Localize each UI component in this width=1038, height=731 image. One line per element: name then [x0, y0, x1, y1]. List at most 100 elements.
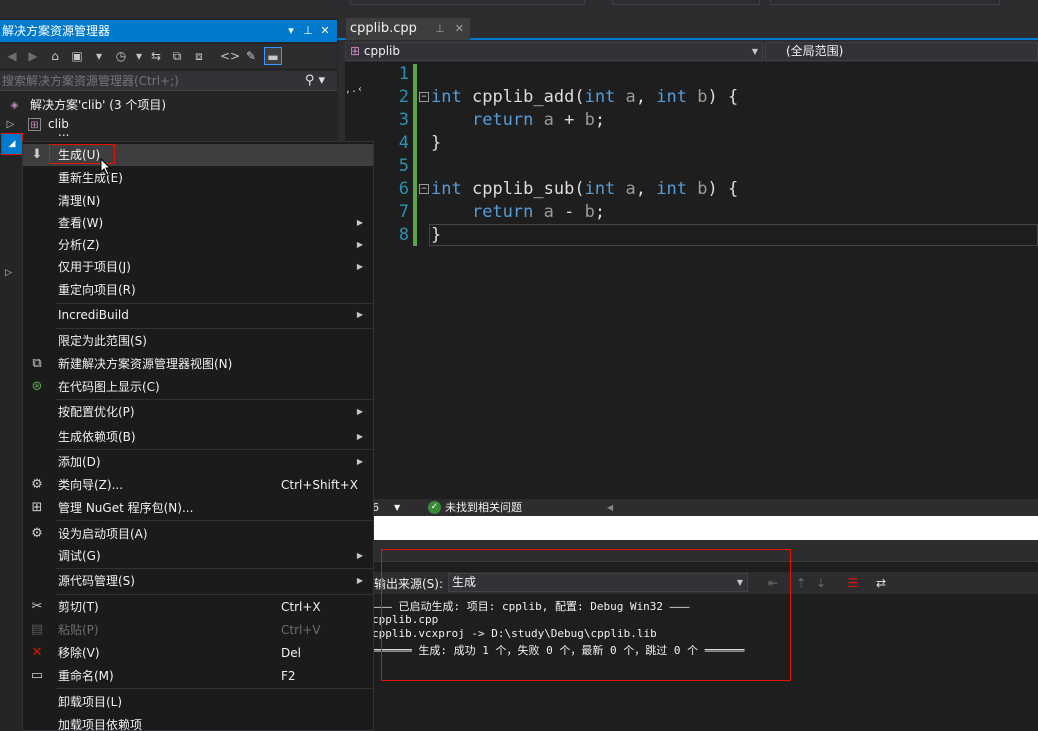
menu-item-incredibuild[interactable]: IncrediBuild ▶: [23, 304, 373, 326]
menu-item-retarget[interactable]: 重定向项目(R): [23, 279, 373, 301]
solution-label: 解决方案'clib' (3 个项目): [30, 98, 167, 112]
chevron-down-icon[interactable]: ▼: [394, 499, 400, 516]
scope-selector[interactable]: (全局范围): [765, 42, 1038, 61]
menu-item-rename[interactable]: ▭ 重命名(M) F2: [23, 665, 373, 687]
menu-item-label: 查看(W): [58, 216, 104, 230]
remove-x-icon: ✕: [31, 645, 43, 660]
code-line: }: [431, 225, 442, 245]
collapse-icon[interactable]: −: [419, 92, 429, 102]
show-all-files-icon[interactable]: ⧈: [190, 47, 208, 65]
properties-icon[interactable]: ✎: [242, 47, 260, 65]
tab-label: cpplib.cpp: [350, 21, 417, 36]
word-wrap-icon[interactable]: ⇄: [872, 574, 890, 592]
project-context-menu: ⬇ 生成(U) 重新生成(E) 清理(N) 查看(W) ▶ 分析(Z) ▶ 仅用…: [22, 141, 374, 731]
menu-item-profile-guided-optimization[interactable]: 按配置优化(P) ▶: [23, 401, 373, 423]
find-prev-icon[interactable]: ⇡: [792, 574, 810, 592]
sync-icon[interactable]: ⇆: [147, 47, 165, 65]
menu-item-label: 添加(D): [58, 455, 101, 469]
submenu-arrow-icon: ▶: [356, 576, 363, 585]
menu-item-project-only[interactable]: 仅用于项目(J) ▶: [23, 256, 373, 278]
pin-icon[interactable]: ⊥: [435, 22, 445, 35]
code-editor[interactable]: ,.‹ 1 2 3 4 5 6 7 8 − − int cpplib_add(i…: [345, 62, 1038, 499]
solution-explorer-search[interactable]: ⚲ ▾: [0, 71, 337, 91]
expand-arrow-icon[interactable]: ▷: [4, 118, 17, 131]
menu-item-label: 重命名(M): [58, 669, 114, 683]
menu-separator: [56, 688, 373, 689]
search-icon[interactable]: ⚲ ▾: [305, 73, 325, 88]
collapse-arrow-icon[interactable]: ◢: [1, 133, 23, 155]
line-number: 1: [398, 64, 409, 84]
search-input[interactable]: [0, 71, 300, 91]
menu-item-label: 仅用于项目(J): [58, 260, 131, 274]
switch-views-icon[interactable]: ▣: [68, 47, 86, 65]
menu-item-show-on-code-map[interactable]: ⊛ 在代码图上显示(C): [23, 376, 373, 398]
tab-cpplib-cpp[interactable]: cpplib.cpp ⊥ ✕: [346, 18, 471, 40]
menu-item-rebuild[interactable]: 重新生成(E): [23, 167, 373, 189]
project-selector[interactable]: ⊞ cpplib ▼: [345, 42, 763, 61]
menu-item-paste[interactable]: ▤ 粘贴(P) Ctrl+V: [23, 619, 373, 641]
menu-item-view[interactable]: 查看(W) ▶: [23, 212, 373, 234]
menu-item-shortcut: F2: [281, 669, 296, 683]
menu-item-analyze[interactable]: 分析(Z) ▶: [23, 234, 373, 256]
menu-item-add[interactable]: 添加(D) ▶: [23, 451, 373, 473]
menu-item-debug[interactable]: 调试(G) ▶: [23, 545, 373, 567]
clear-all-icon[interactable]: ☰: [844, 574, 862, 592]
menu-item-manage-nuget[interactable]: ⊞ 管理 NuGet 程序包(N)...: [23, 497, 373, 519]
scope-selector-value: (全局范围): [786, 44, 844, 58]
change-tracking-bar: [413, 64, 417, 246]
preview-icon[interactable]: ▬: [264, 47, 282, 65]
expand-arrow-icon[interactable]: ▷: [5, 268, 12, 278]
solution-explorer-title-bar: 解决方案资源管理器 ▾ ⊥ ✕: [0, 20, 337, 42]
find-next-icon[interactable]: ⇣: [812, 574, 830, 592]
class-wizard-icon: ⚙: [31, 477, 43, 492]
menu-item-label: 设为启动项目(A): [58, 527, 148, 541]
menu-item-class-wizard[interactable]: ⚙ 类向导(Z)... Ctrl+Shift+X: [23, 474, 373, 496]
nuget-icon: ⊞: [31, 500, 43, 515]
issues-status[interactable]: 未找到相关问题: [445, 499, 522, 516]
collapse-all-icon[interactable]: ⧉: [168, 47, 186, 65]
home-icon[interactable]: ⌂: [46, 47, 64, 65]
close-icon[interactable]: ✕: [455, 22, 464, 35]
menu-item-set-startup[interactable]: ⚙ 设为启动项目(A): [23, 523, 373, 545]
menu-item-unload-project[interactable]: 卸载项目(L): [23, 691, 373, 713]
line-number: 6: [398, 179, 409, 199]
collapse-icon[interactable]: −: [419, 184, 429, 194]
menu-item-scope-to-this[interactable]: 限定为此范围(S): [23, 330, 373, 352]
menu-item-load-dependencies[interactable]: 加载项目依赖项: [23, 714, 373, 731]
horizontal-scroll-area[interactable]: [372, 516, 1038, 540]
dropdown-arrow-icon[interactable]: ▾: [90, 47, 108, 65]
solution-icon: ◈: [10, 100, 19, 111]
tree-item-selected[interactable]: ...: [0, 131, 337, 139]
menu-item-new-se-view[interactable]: ⧉ 新建解决方案资源管理器视图(N): [23, 353, 373, 375]
view-code-icon[interactable]: <>: [220, 47, 240, 65]
code-line: int cpplib_add(int a, int b) {: [431, 87, 739, 107]
menu-item-clean[interactable]: 清理(N): [23, 190, 373, 212]
menu-item-remove[interactable]: ✕ 移除(V) Del: [23, 642, 373, 664]
top-dropdown-2[interactable]: [612, 0, 760, 5]
solution-node[interactable]: ◈ 解决方案'clib' (3 个项目): [0, 96, 337, 115]
tree-gutter: ▷: [0, 140, 22, 731]
menu-item-source-control[interactable]: 源代码管理(S) ▶: [23, 570, 373, 592]
dropdown-icon[interactable]: ▾: [283, 20, 299, 42]
menu-separator: [56, 568, 373, 569]
pin-icon[interactable]: ⊥: [300, 20, 316, 42]
menu-item-label: 分析(Z): [58, 238, 100, 252]
back-icon[interactable]: ◀: [3, 47, 21, 65]
forward-icon[interactable]: ▶: [24, 47, 42, 65]
menu-item-shortcut: Ctrl+V: [281, 623, 321, 637]
close-icon[interactable]: ✕: [317, 20, 333, 42]
code-map-icon: ⊛: [31, 379, 43, 394]
menu-item-label: 粘贴(P): [58, 623, 99, 637]
rename-icon: ▭: [30, 668, 44, 683]
top-toolbar-area: [770, 0, 1000, 5]
top-dropdown[interactable]: [350, 0, 585, 5]
menu-item-label: 加载项目依赖项: [58, 718, 143, 731]
menu-item-cut[interactable]: ✂ 剪切(T) Ctrl+X: [23, 596, 373, 618]
menu-item-label: 卸载项目(L): [58, 695, 123, 709]
menu-item-label: IncrediBuild: [58, 308, 129, 322]
menu-item-shortcut: Ctrl+Shift+X: [281, 478, 358, 492]
scroll-left-icon[interactable]: ◀: [607, 499, 613, 516]
dropdown-arrow-icon[interactable]: ▾: [130, 47, 148, 65]
menu-item-build-dependencies[interactable]: 生成依赖项(B) ▶: [23, 426, 373, 448]
pending-changes-icon[interactable]: ◷: [112, 47, 130, 65]
